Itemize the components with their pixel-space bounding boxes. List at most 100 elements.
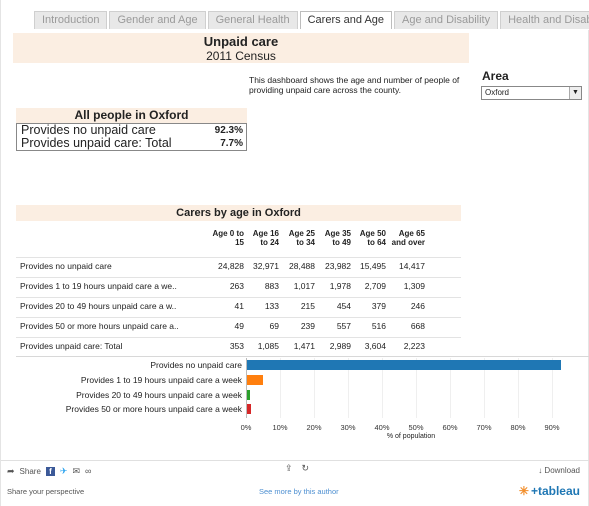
row-label: Provides unpaid care: Total [20,341,123,351]
table-cell: 3,604 [364,341,386,351]
table-cell: 49 [234,321,244,331]
table-cell: 15,495 [360,261,386,271]
table-cell: 668 [410,321,425,331]
table-cell: 23,982 [325,261,351,271]
carers-table-title: Carers by age in Oxford [16,205,461,221]
share-perspective-text: Share your perspective [7,487,85,496]
column-header-line2: to 24 [260,238,279,247]
x-axis-label: % of population [386,433,436,440]
twitter-icon[interactable]: ✈ [60,466,68,476]
share-bar: ➦ Share f ✈ ✉ ∞ [7,466,91,476]
column-header-line1: Age 16 [252,229,279,238]
table-cell: 28,488 [289,261,315,271]
column-header: Age 50 to 64 [346,229,386,247]
share-view-icon[interactable]: ⇪ [285,463,293,473]
table-cell: 454 [336,301,351,311]
bar[interactable] [247,404,252,414]
table-cell: 133 [264,301,279,311]
share-arrow-icon[interactable]: ➦ [7,466,15,476]
tab-introduction[interactable]: Introduction [34,11,108,29]
area-filter-label: Area [482,69,509,83]
x-tick-label: 80% [510,423,526,432]
page-title: Unpaid care [203,34,279,49]
table-cell: 1,978 [329,281,351,291]
column-header-line1: Age 65 [398,229,425,238]
table-row[interactable]: Provides 50 or more hours unpaid care a.… [16,317,461,334]
column-header-line1: Age 35 [324,229,351,238]
table-cell: 2,223 [403,341,425,351]
table-cell: 215 [300,301,315,311]
column-header: Age 35 to 49 [311,229,351,247]
column-header-line2: 15 [235,238,244,247]
table-cell: 1,471 [293,341,315,351]
table-cell: 516 [371,321,386,331]
view-controls: ⇪ ↻ [285,463,309,473]
download-label: Download [544,466,580,475]
table-row[interactable]: Provides 1 to 19 hours unpaid care a we.… [16,277,461,294]
row-label: Provides 50 or more hours unpaid care a.… [20,321,179,331]
table-cell: 263 [229,281,244,291]
all-people-table: Provides no unpaid care 92.3% Provides u… [16,123,247,151]
table-cell: 69 [269,321,279,331]
table-cell: 883 [264,281,279,291]
bar[interactable] [247,360,561,370]
bar-category-label: Provides 50 or more hours unpaid care a … [65,403,242,414]
tableau-logo[interactable]: ✳ +tableau [519,484,580,498]
all-people-title: All people in Oxford [16,108,247,123]
table-row[interactable]: Provides unpaid care: Total 353 1,085 1,471… [16,337,461,354]
all-people-row: Provides unpaid care: Total 7.7% [17,137,246,150]
download-button[interactable]: ↓ Download [538,466,580,475]
table-row[interactable]: Provides no unpaid care 24,828 32,971 28,48… [16,257,461,274]
x-tick-label: 70% [476,423,492,432]
table-cell: 379 [371,301,386,311]
tab-general-health[interactable]: General Health [207,11,298,29]
table-cell: 14,417 [399,261,425,271]
table-cell: 2,989 [329,341,351,351]
table-cell: 353 [229,341,244,351]
column-header: Age 0 to 15 [204,229,244,247]
table-cell: 24,828 [218,261,244,271]
column-header-line2: and over [391,238,425,247]
column-header-line1: Age 25 [288,229,315,238]
x-tick-label: 10% [272,423,288,432]
see-more-link[interactable]: See more by this author [259,487,339,496]
table-cell: 1,085 [257,341,279,351]
link-icon[interactable]: ∞ [85,466,91,476]
column-header-line2: to 49 [332,238,351,247]
dropdown-arrow-icon[interactable]: ▼ [569,87,581,99]
footer-divider [1,460,589,461]
bar[interactable] [247,375,264,385]
table-cell: 557 [336,321,351,331]
table-row[interactable]: Provides 20 to 49 hours unpaid care a w.… [16,297,461,314]
tab-age-and-disability[interactable]: Age and Disability [394,11,499,29]
x-tick-label: 0% [240,423,252,432]
facebook-icon[interactable]: f [45,466,55,476]
revert-icon[interactable]: ↻ [302,463,310,473]
column-header: Age 65 and over [385,229,425,247]
x-tick-label: 20% [306,423,322,432]
all-people-row-label: Provides unpaid care: Total [21,136,172,150]
tab-gender-and-age[interactable]: Gender and Age [109,11,206,29]
bar[interactable] [247,390,251,400]
column-header-line1: Age 0 to [212,229,244,238]
share-label[interactable]: Share [20,467,41,476]
email-icon[interactable]: ✉ [72,466,80,476]
dashboard-description: This dashboard shows the age and number … [249,75,460,95]
column-header-line1: Age 50 [359,229,386,238]
page-subtitle: 2011 Census [206,49,276,63]
tab-bar: Introduction Gender and Age General Heal… [1,0,589,30]
table-cell: 239 [300,321,315,331]
bar-category-label: Provides no unpaid care [150,359,242,370]
table-cell: 41 [234,301,244,311]
dashboard-frame: Introduction Gender and Age General Heal… [0,0,589,506]
tab-carers-and-age[interactable]: Carers and Age [299,11,393,29]
x-tick-label: 60% [442,423,458,432]
column-header-line2: to 34 [296,238,315,247]
bar-category-label: Provides 20 to 49 hours unpaid care a we… [76,389,242,400]
all-people-row-value: 92.3% [214,125,243,136]
dashboard-header: Unpaid care 2011 Census [13,33,469,63]
area-dropdown[interactable]: Oxford ▼ [481,86,582,100]
row-label: Provides 1 to 19 hours unpaid care a we.… [20,281,177,291]
x-tick-label: 90% [544,423,560,432]
tab-health-and-disability[interactable]: Health and Disability [500,11,589,29]
